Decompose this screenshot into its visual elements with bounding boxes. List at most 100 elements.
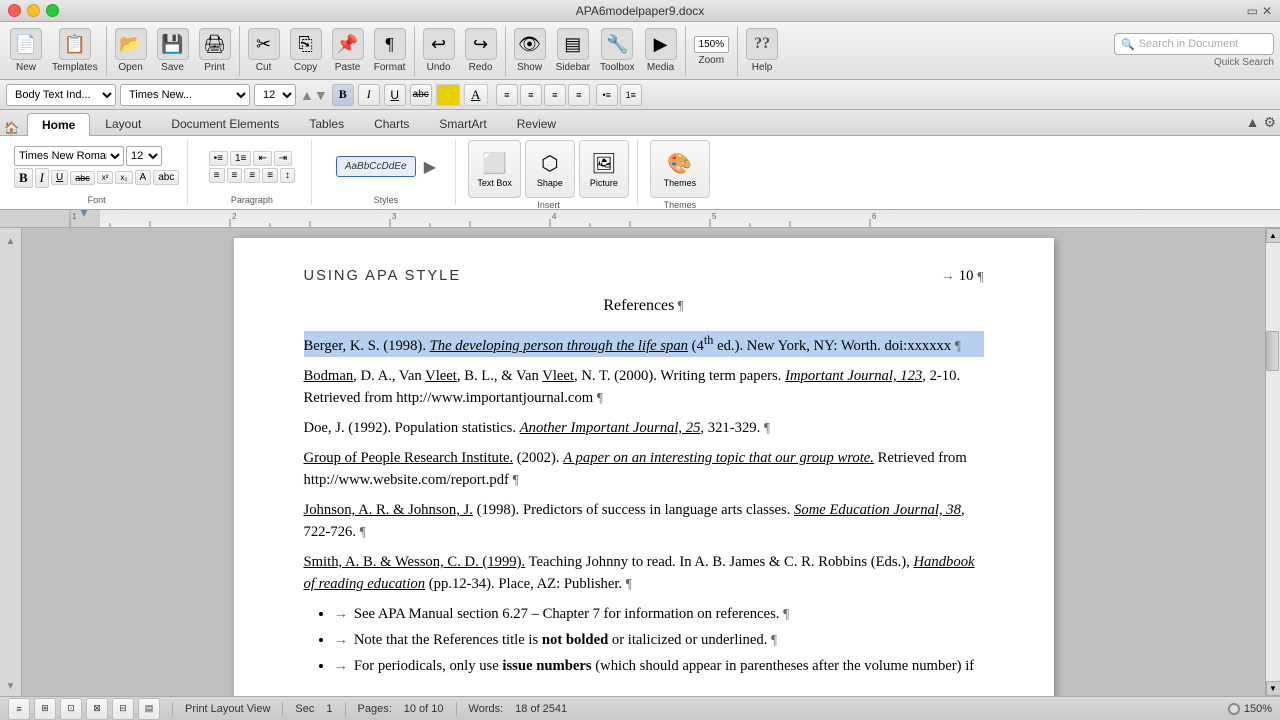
tab-home[interactable]: Home: [27, 113, 90, 136]
ribbon-subscript-button[interactable]: x₂: [115, 171, 132, 184]
templates-button[interactable]: [59, 28, 91, 60]
ribbon-align-right-button[interactable]: ≡: [244, 168, 260, 183]
ribbon-text-color-button[interactable]: A: [135, 170, 152, 185]
strikethrough-button[interactable]: abc: [410, 84, 432, 106]
templates-group: Templates: [48, 26, 102, 75]
ribbon-highlight-button[interactable]: abc: [153, 170, 179, 185]
ribbon-bold-button[interactable]: B: [14, 168, 33, 188]
shape-button[interactable]: ⬡ Shape: [525, 140, 575, 198]
numbered-list-button[interactable]: 1≡: [620, 84, 642, 106]
ribbon-indent-increase-button[interactable]: ⇥: [274, 151, 292, 166]
show-button[interactable]: [514, 28, 546, 60]
bold-button[interactable]: B: [332, 84, 354, 106]
new-button[interactable]: [10, 28, 42, 60]
highlight-button[interactable]: A: [464, 84, 488, 106]
scroll-down-button[interactable]: ▼: [1266, 681, 1280, 696]
bullet-list-button[interactable]: •≡: [596, 84, 618, 106]
ribbon-settings-button[interactable]: ⚙: [1263, 114, 1276, 131]
align-center-button[interactable]: ≡: [520, 84, 542, 106]
scroll-up-button[interactable]: ▲: [1266, 228, 1280, 243]
scroll-track[interactable]: [1266, 243, 1280, 681]
ribbon-bullets-button[interactable]: •≡: [209, 151, 228, 166]
ribbon-numbering-button[interactable]: 1≡: [230, 151, 251, 166]
sidebar-toggle-button[interactable]: [557, 28, 589, 60]
picture-button[interactable]: 🖼 Picture: [579, 140, 629, 198]
minimize-button[interactable]: [27, 4, 40, 17]
help-group: ? Help: [742, 26, 782, 75]
emphasis-style-box[interactable]: AaBbCcDdEe: [336, 156, 416, 177]
zoom-indicator[interactable]: [1228, 703, 1240, 715]
ribbon-line-spacing-button[interactable]: ↕: [280, 168, 295, 183]
view-btn-2[interactable]: ⊞: [34, 698, 56, 720]
svg-text:6: 6: [872, 212, 877, 221]
view-btn-6[interactable]: ▤: [138, 698, 160, 720]
font-selector[interactable]: Times New...: [120, 84, 250, 106]
italic-button[interactable]: I: [358, 84, 380, 106]
search-bar[interactable]: 🔍 Search in Document: [1114, 33, 1274, 55]
scroll-thumb[interactable]: [1266, 331, 1279, 371]
toolbar-separator-5: [685, 26, 686, 76]
text-box-button[interactable]: ⬜ Text Box: [468, 140, 521, 198]
view-btn-4[interactable]: ⊠: [86, 698, 108, 720]
align-left-button[interactable]: ≡: [496, 84, 518, 106]
print-button[interactable]: [199, 28, 231, 60]
maximize-button[interactable]: [46, 4, 59, 17]
tab-smartart[interactable]: SmartArt: [424, 112, 501, 135]
format-button[interactable]: [374, 28, 406, 60]
toolbox-label: Toolbox: [600, 62, 634, 73]
ribbon-align-left-button[interactable]: ≡: [209, 168, 225, 183]
ribbon-paragraph-section: •≡ 1≡ ⇤ ⇥ ≡ ≡ ≡ ≡ ↕ Paragraph: [192, 140, 312, 205]
ribbon-justify-button[interactable]: ≡: [262, 168, 278, 183]
media-label: Media: [647, 62, 674, 73]
underline-button[interactable]: U: [384, 84, 406, 106]
styles-play-button[interactable]: ▶: [424, 157, 436, 177]
emphasis-sample: AaBbCcDdEe: [345, 161, 407, 172]
view-btn-1[interactable]: ≡: [8, 698, 30, 720]
ribbon-align-center-button[interactable]: ≡: [227, 168, 243, 183]
zoom-value[interactable]: 150%: [694, 36, 730, 53]
document-area[interactable]: USING APA STYLE → 10 ¶ References ¶ Berg…: [22, 228, 1265, 696]
ribbon-fontsize-selector[interactable]: 12: [126, 146, 162, 166]
save-button[interactable]: [157, 28, 189, 60]
tab-tables[interactable]: Tables: [294, 112, 359, 135]
close-button[interactable]: [8, 4, 21, 17]
paste-button[interactable]: [332, 28, 364, 60]
ribbon-indent-decrease-button[interactable]: ⇤: [253, 151, 271, 166]
ribbon-insert-section: ⬜ Text Box ⬡ Shape 🖼 Picture Insert: [460, 140, 638, 205]
ribbon-underline-button[interactable]: U: [51, 170, 68, 185]
font-color-button[interactable]: [436, 84, 460, 106]
ribbon-italic-button[interactable]: I: [35, 168, 49, 188]
view-label: Print Layout View: [185, 703, 270, 715]
left-scroll-down[interactable]: ▼: [6, 681, 16, 692]
copy-button[interactable]: [290, 28, 322, 60]
cut-button[interactable]: [248, 28, 280, 60]
align-right-button[interactable]: ≡: [544, 84, 566, 106]
text-box-label: Text Box: [477, 178, 512, 188]
left-panel: ▲ ▼: [0, 228, 22, 696]
ribbon-collapse-button[interactable]: ▲: [1246, 114, 1260, 131]
ribbon-content: Times New Roman 12 B I U abc x² x₂ A abc: [0, 136, 1280, 210]
style-selector[interactable]: Body Text Ind...: [6, 84, 116, 106]
redo-button[interactable]: [465, 28, 497, 60]
help-button[interactable]: ?: [746, 28, 778, 60]
view-btn-5[interactable]: ⊟: [112, 698, 134, 720]
justify-button[interactable]: ≡: [568, 84, 590, 106]
tab-document-elements[interactable]: Document Elements: [156, 112, 294, 135]
toolbox-button[interactable]: [601, 28, 633, 60]
ribbon-strikethrough-button[interactable]: abc: [70, 171, 95, 185]
tab-review[interactable]: Review: [502, 112, 571, 135]
ribbon-font-selector[interactable]: Times New Roman: [14, 146, 124, 166]
themes-button[interactable]: 🎨 Themes: [650, 140, 710, 198]
toolbar-separator-2: [239, 26, 240, 76]
tab-layout[interactable]: Layout: [90, 112, 156, 135]
tab-charts[interactable]: Charts: [359, 112, 424, 135]
size-stepper[interactable]: ▲▼: [300, 87, 328, 103]
picture-icon: 🖼: [591, 151, 616, 176]
font-size-selector[interactable]: 12: [254, 84, 296, 106]
view-btn-3[interactable]: ⊡: [60, 698, 82, 720]
ribbon-superscript-button[interactable]: x²: [97, 171, 114, 184]
undo-button[interactable]: [423, 28, 455, 60]
media-button[interactable]: [645, 28, 677, 60]
left-scroll-up[interactable]: ▲: [6, 236, 16, 247]
open-button[interactable]: [115, 28, 147, 60]
